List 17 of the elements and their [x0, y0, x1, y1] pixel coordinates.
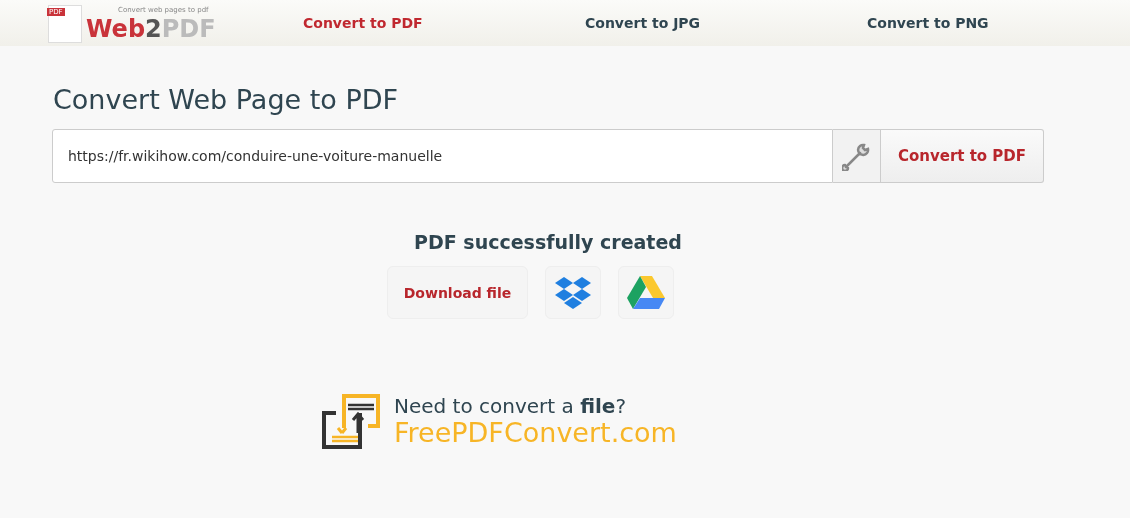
download-button[interactable]: Download file [386, 266, 529, 319]
url-field[interactable]: https://fr.wikihow.com/conduire-une-voiture-manuelle [52, 129, 833, 183]
dropbox-button[interactable] [545, 266, 602, 319]
convert-button[interactable]: Convert to PDF [881, 129, 1044, 183]
nav-link[interactable]: Convert to PDF [284, 15, 566, 31]
nav-link[interactable]: Convert to JPG [566, 15, 848, 31]
drive-button[interactable] [618, 266, 675, 319]
logo-text[interactable]: Web2PDF [86, 15, 216, 43]
drive-icon [627, 276, 666, 309]
promo-text: Need to convert a file? [394, 394, 628, 418]
nav-link[interactable]: Convert to PNG [848, 15, 1130, 31]
page-title: Convert Web Page to PDF [53, 84, 400, 115]
convert-icon [320, 393, 382, 449]
settings-button[interactable] [833, 129, 881, 183]
dropbox-icon [555, 275, 592, 310]
success-message: PDF successfully created [413, 231, 683, 253]
wrench-icon [841, 141, 872, 171]
